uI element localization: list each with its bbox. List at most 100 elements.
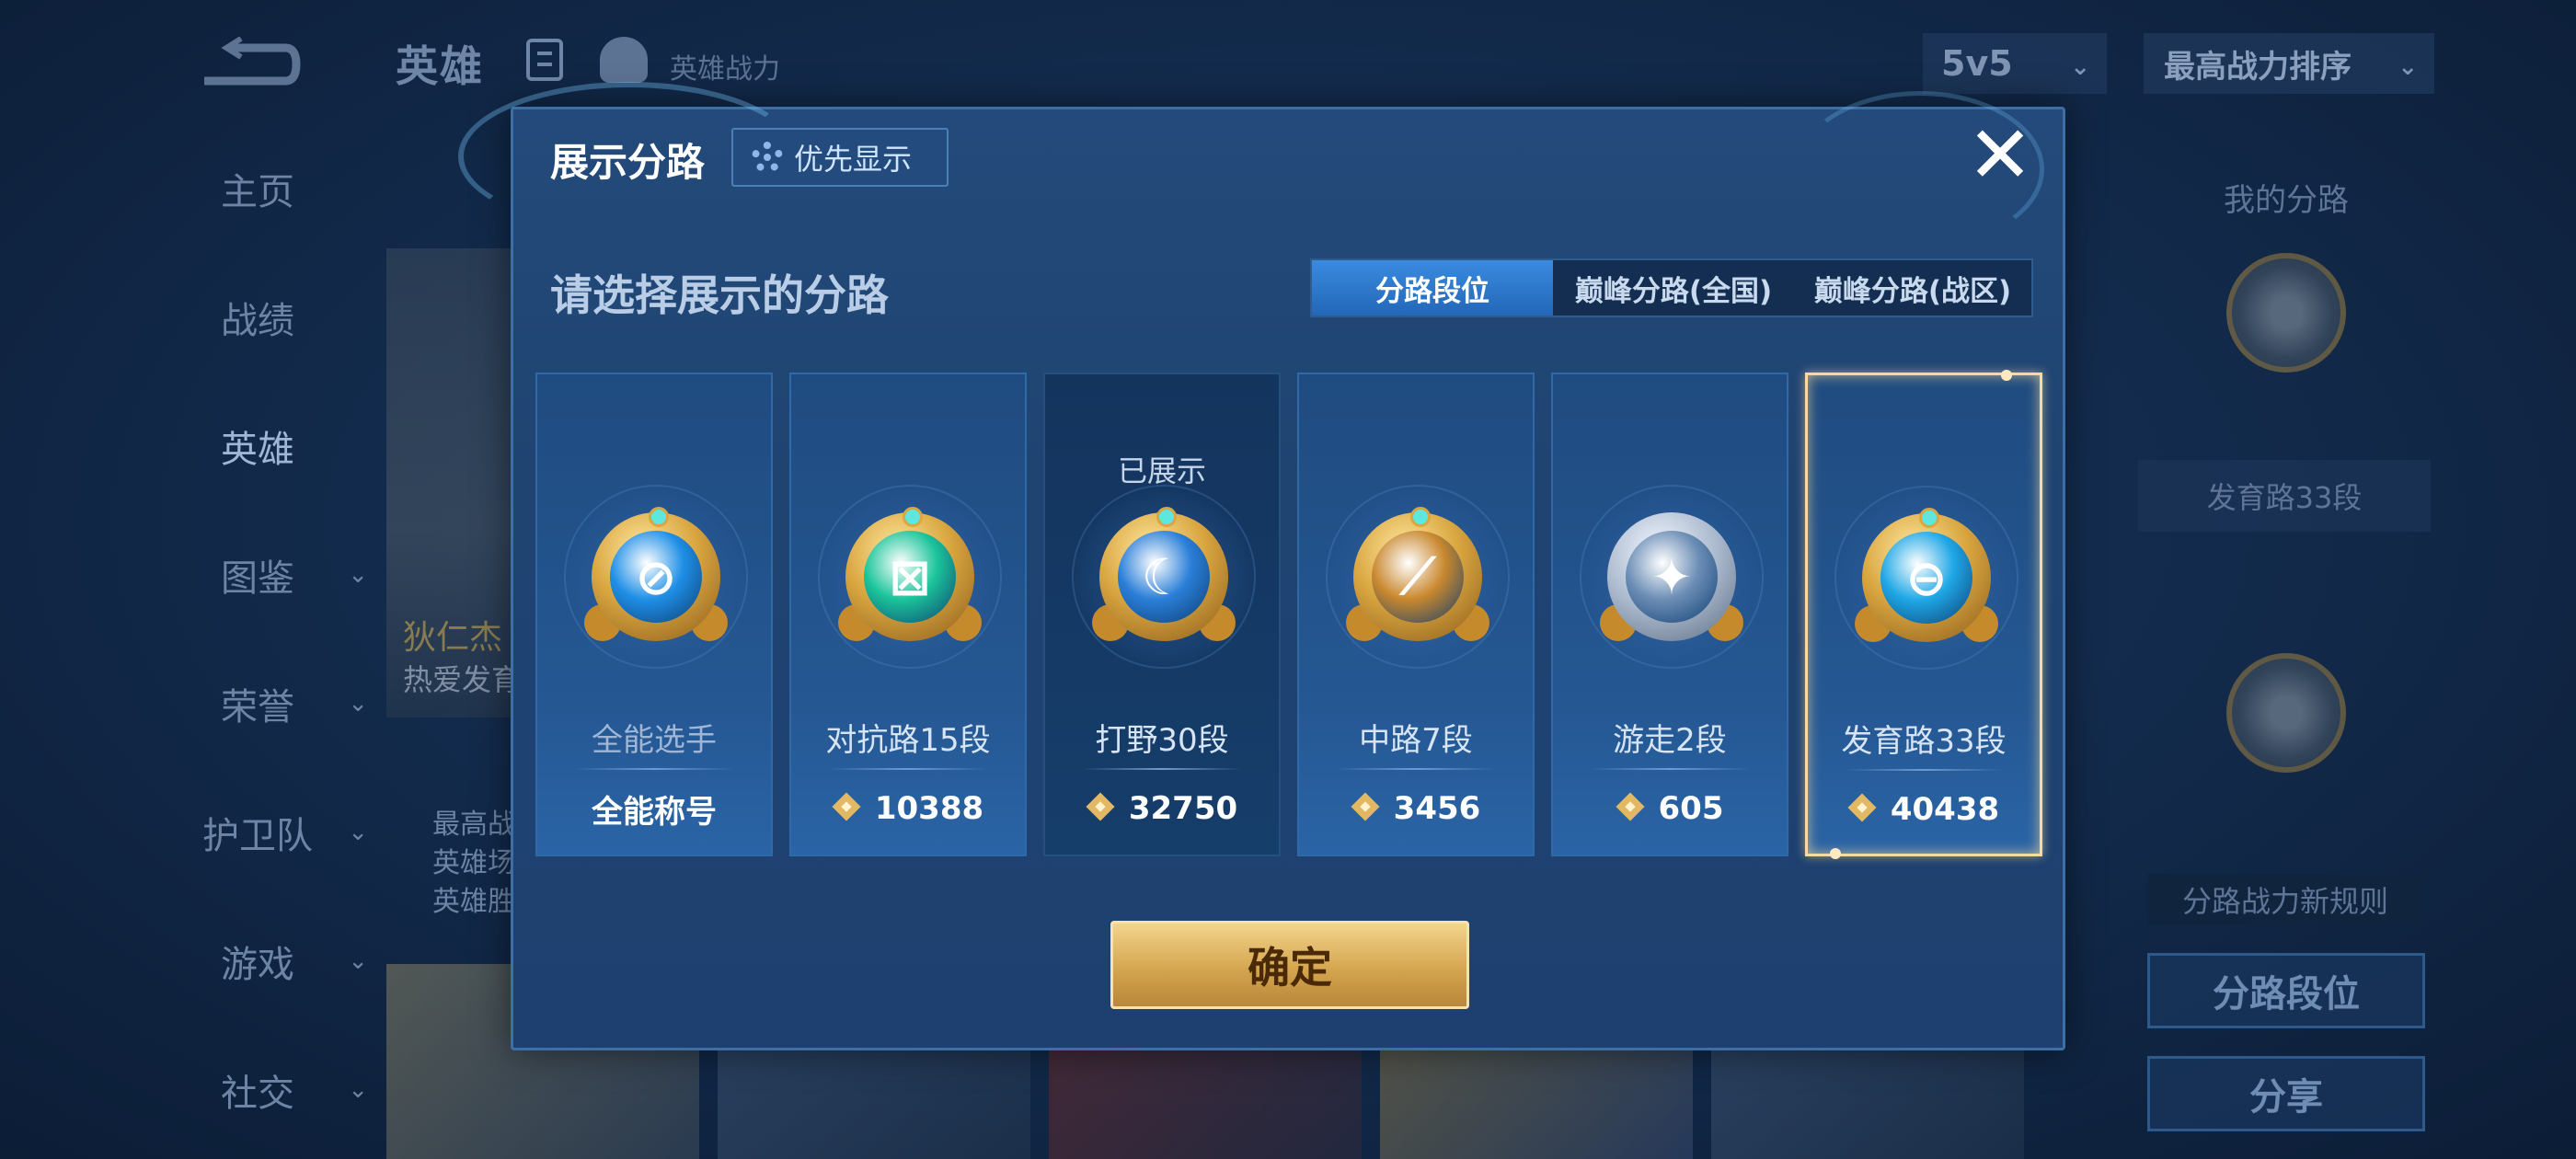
badge-gem (903, 507, 923, 527)
lane-name: 发育路33段 (1841, 723, 2007, 760)
lane-rule-link[interactable]: 分路战力新规则 (2147, 874, 2423, 925)
mode-select-value: 5v5 (1941, 43, 2013, 84)
card-divider (1845, 769, 2003, 771)
nav-label: 荣誉 (221, 686, 294, 729)
badge-gem (1410, 507, 1431, 527)
badge-gem (649, 507, 669, 527)
close-icon: ✕ (1966, 109, 2034, 201)
chevron-down-icon: ⌄ (348, 561, 368, 589)
lane-badge-icon: ⊘ (584, 507, 728, 641)
lane-badge-icon: ✦ (1600, 512, 1743, 641)
hero-stat-label: 英雄场 (432, 847, 515, 879)
lane-power: 605 (1553, 781, 1787, 836)
hero-power-link[interactable]: 英雄战力 (670, 46, 780, 86)
nav-item-hero[interactable]: 英雄 (138, 414, 377, 478)
page-title: 英雄 (396, 41, 484, 91)
dialog-header: 展示分路 优先显示 ✕ (458, 82, 2063, 247)
nav-label: 英雄 (221, 429, 294, 471)
hero-power-icon[interactable] (600, 37, 648, 83)
card-divider (1082, 768, 1242, 770)
lane-power: 40438 (1808, 782, 2040, 837)
power-icon (1616, 793, 1648, 824)
lane-name: 对抗路15段 (825, 722, 991, 759)
dialog-subtitle: 请选择展示的分路 (550, 270, 889, 320)
lane-power-value: 3456 (1393, 790, 1481, 827)
nav-item-home[interactable]: 主页 (138, 156, 377, 221)
my-lane-label: 发育路33段 (2138, 460, 2431, 532)
lane-type-tabs: 分路段位 巅峰分路(全国) 巅峰分路(战区) (1310, 258, 2033, 317)
lane-badge-icon (2226, 653, 2346, 773)
lane-name: 打野30段 (1095, 722, 1229, 759)
list-icon[interactable] (526, 39, 563, 81)
badge-gem (1919, 508, 1939, 528)
lane-display-dialog: 展示分路 优先显示 ✕ 请选择展示的分路 分路段位 巅峰分路(全国) 巅峰分路(… (458, 82, 2065, 1050)
mode-select[interactable]: 5v5 ⌄ (1923, 33, 2107, 94)
lane-card-list: ⊘ 全能选手 全能称号 ⊠ 对抗路15段 10388 已展示 ☾ 打野30段 32750 ⟋ 中路7段… (535, 370, 2044, 859)
lane-card[interactable]: ⊘ 全能选手全能称号 (535, 373, 773, 856)
power-icon (1848, 794, 1880, 825)
power-icon (1351, 793, 1383, 824)
badge-gem (1156, 507, 1177, 527)
dialog-title: 展示分路 (550, 140, 706, 185)
priority-display-label: 优先显示 (794, 142, 913, 177)
nav-label: 游戏 (221, 944, 294, 986)
lane-power: 10388 (791, 781, 1025, 836)
lane-power-value: 40438 (1890, 791, 2000, 828)
tab-lane-rank[interactable]: 分路段位 (1312, 260, 1553, 316)
lane-power: 3456 (1299, 781, 1533, 836)
lane-badge-icon: ☾ (1092, 507, 1236, 641)
hero-stat-label: 英雄胜 (432, 886, 515, 918)
lane-badge-icon: ⊖ (1855, 508, 1998, 642)
hero-name: 狄仁杰 (403, 619, 503, 657)
tab-peak-lane-national[interactable]: 巅峰分路(全国) (1553, 260, 1794, 316)
tab-peak-lane-region[interactable]: 巅峰分路(战区) (1794, 260, 2031, 316)
lane-card[interactable]: ⟋ 中路7段 3456 (1297, 373, 1535, 856)
card-divider (1336, 768, 1496, 770)
chevron-down-icon: ⌄ (348, 819, 368, 846)
nav-label: 社交 (221, 1073, 294, 1115)
nav-item-collection[interactable]: 图鉴 ⌄ (138, 543, 377, 607)
lane-name: 中路7段 (1359, 722, 1473, 759)
lane-name: 全能选手 (592, 722, 717, 759)
gear-icon (752, 142, 783, 173)
lane-card[interactable]: ⊖ 发育路33段 40438 (1805, 370, 2042, 859)
lane-card[interactable]: ✦ 游走2段 605 (1551, 373, 1788, 856)
chevron-down-icon: ⌄ (348, 690, 368, 717)
lane-glyph-icon: ⟋ (1400, 547, 1435, 605)
hero-tag: 热爱发育 (403, 662, 522, 697)
card-divider (828, 768, 988, 770)
lane-power: 32750 (1045, 781, 1279, 836)
back-arrow-icon[interactable] (193, 37, 304, 92)
power-icon (1087, 793, 1118, 824)
sort-select[interactable]: 最高战力排序 ⌄ (2144, 33, 2434, 94)
lane-glyph-icon: ⊠ (889, 547, 931, 606)
nav-item-game[interactable]: 游戏 ⌄ (138, 929, 377, 993)
nav-label: 图鉴 (221, 557, 294, 600)
nav-item-guard[interactable]: 护卫队 ⌄ (138, 800, 377, 865)
share-button[interactable]: 分享 (2147, 1056, 2425, 1131)
lane-glyph-icon: ✦ (1650, 547, 1693, 606)
nav-item-record[interactable]: 战绩 (138, 285, 377, 350)
lane-power-value: 32750 (1128, 790, 1238, 827)
lane-card[interactable]: 已展示 ☾ 打野30段 32750 (1043, 373, 1281, 856)
close-button[interactable]: ✕ (1965, 116, 2035, 195)
lane-power: 全能称号 (537, 781, 771, 836)
lane-badge-icon: ⟋ (1346, 507, 1489, 641)
chevron-down-icon: ⌄ (2398, 53, 2418, 81)
lane-power-value: 605 (1658, 790, 1724, 827)
nav-item-social[interactable]: 社交 ⌄ (138, 1058, 377, 1122)
confirm-button[interactable]: 确定 (1110, 921, 1469, 1009)
lane-card[interactable]: ⊠ 对抗路15段 10388 (789, 373, 1027, 856)
nav-item-honor[interactable]: 荣誉 ⌄ (138, 671, 377, 736)
chevron-down-icon: ⌄ (348, 947, 368, 975)
lane-glyph-icon: ⊘ (635, 547, 677, 606)
selection-corner-dot (2001, 370, 2012, 381)
selection-corner-dot (1830, 848, 1841, 859)
lane-name: 游走2段 (1613, 722, 1727, 759)
lane-badge-icon (2226, 253, 2346, 373)
lane-badge-icon: ⊠ (838, 507, 982, 641)
lane-glyph-icon: ⊖ (1905, 548, 1948, 607)
hero-stat-label: 最高战 (432, 809, 515, 841)
lane-rank-button[interactable]: 分路段位 (2147, 953, 2425, 1028)
priority-display-button[interactable]: 优先显示 (731, 128, 949, 187)
